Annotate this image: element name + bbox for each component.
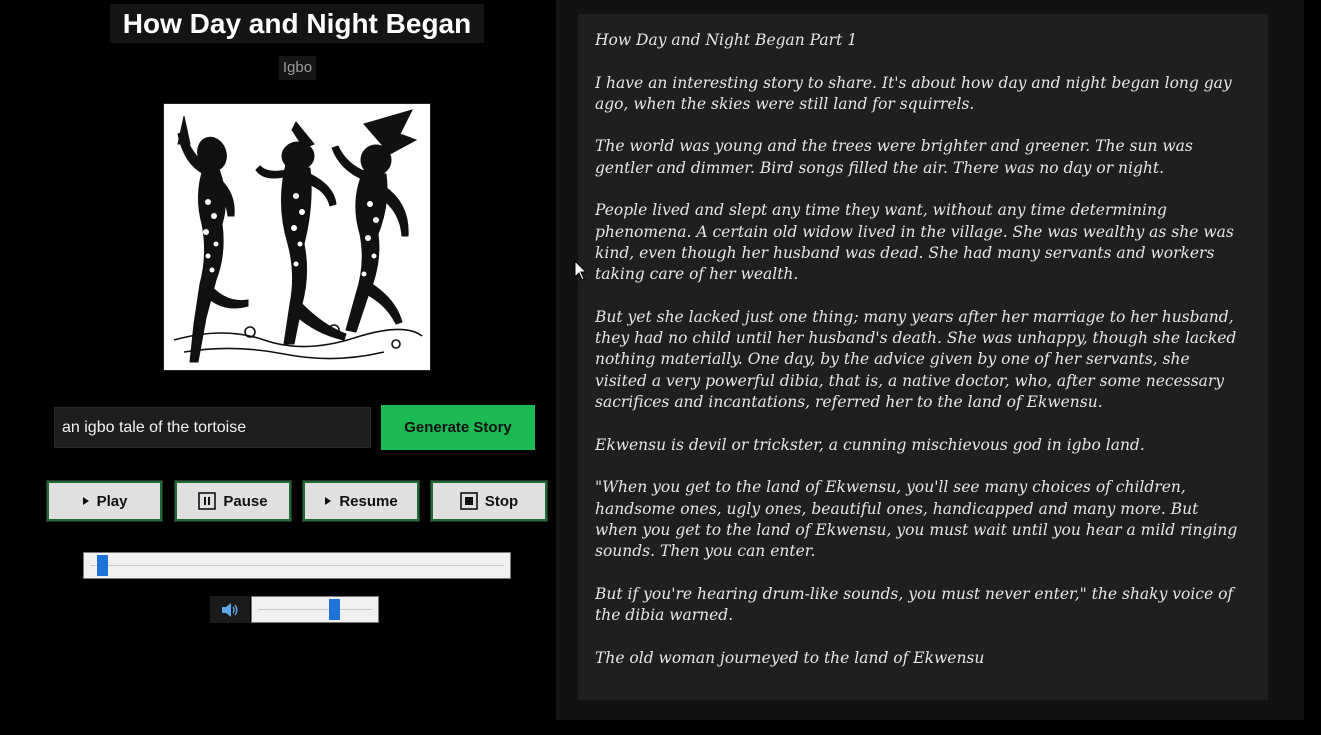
volume-button[interactable] [210, 596, 250, 623]
pause-icon [198, 492, 217, 510]
story-title: How Day and Night Began [110, 4, 484, 43]
story-paragraph: But if you're hearing drum-like sounds, … [595, 584, 1234, 625]
stop-button[interactable]: Stop [431, 481, 547, 521]
mouse-cursor-icon [574, 260, 588, 281]
story-paragraph: Ekwensu is devil or trickster, a cunning… [595, 435, 1145, 454]
pause-label: Pause [223, 492, 268, 510]
story-paragraph: I have an interesting story to share. It… [595, 73, 1232, 113]
seek-thumb[interactable] [97, 555, 109, 576]
speaker-icon [222, 602, 238, 617]
story-text: How Day and Night Began Part 1 I have an … [595, 30, 1245, 682]
story-part-heading: How Day and Night Began Part 1 [595, 31, 858, 49]
story-paragraph: The world was young and the trees were b… [595, 137, 1193, 177]
resume-button[interactable]: Resume [303, 481, 419, 521]
story-paragraph: People lived and slept any time they wan… [595, 201, 1234, 284]
story-paragraph: "When you get to the land of Ekwensu, yo… [595, 478, 1238, 561]
story-illustration [163, 103, 431, 371]
seek-track-line [90, 565, 504, 566]
story-prompt-input[interactable] [54, 407, 371, 448]
play-label: Play [96, 492, 128, 510]
language-label: Igbo [279, 56, 316, 80]
story-paragraph: The old woman journeyed to the land of E… [595, 648, 985, 667]
play-icon [82, 496, 90, 506]
resume-label: Resume [339, 492, 398, 510]
dancing-masquerade-figures-illustration [164, 104, 430, 370]
pause-button[interactable]: Pause [175, 481, 291, 521]
left-panel: How Day and Night Began Igbo an igbo tal… [0, 0, 556, 735]
story-text-panel[interactable]: How Day and Night Began Part 1 I have an … [578, 14, 1268, 700]
volume-thumb[interactable] [329, 599, 341, 620]
resume-icon [324, 496, 332, 506]
seek-slider[interactable] [83, 552, 511, 579]
stop-label: Stop [484, 492, 519, 510]
story-paragraph: But yet she lacked just one thing; many … [595, 307, 1237, 412]
stop-icon [460, 492, 478, 510]
generate-story-button[interactable]: Generate Story [381, 405, 535, 450]
volume-slider[interactable] [251, 596, 379, 623]
play-button[interactable]: Play [47, 481, 162, 521]
volume-track-line [258, 609, 372, 610]
